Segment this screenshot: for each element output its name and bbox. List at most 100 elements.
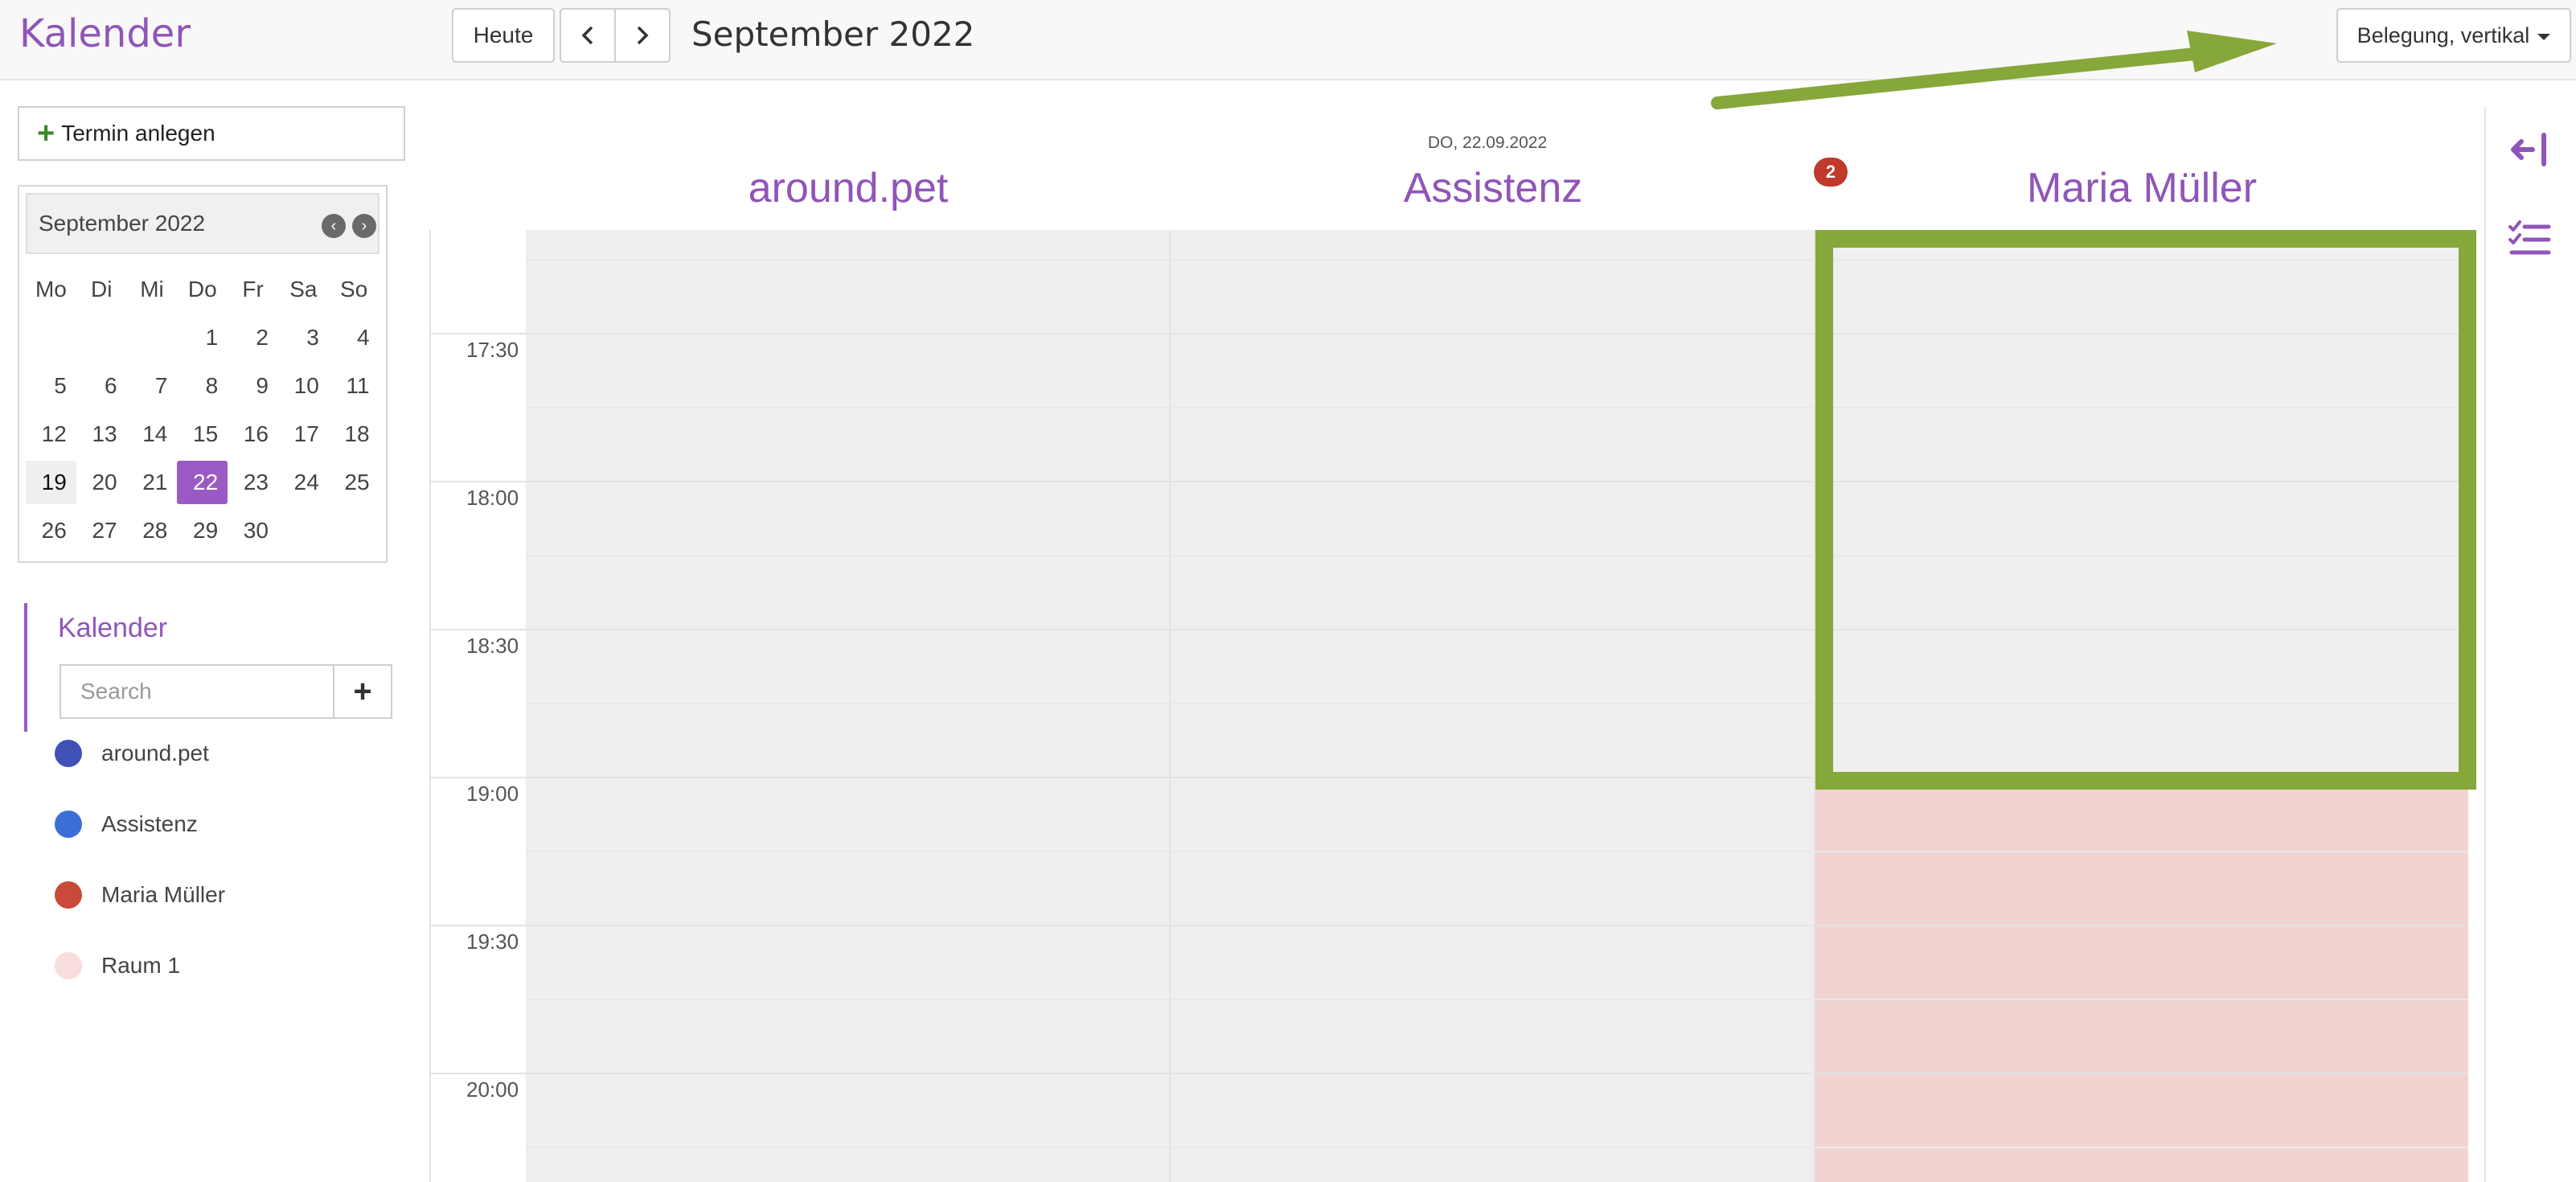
calendar-list-item[interactable]: Assistenz: [55, 811, 198, 838]
mini-calendar-day[interactable]: 3: [278, 316, 329, 359]
view-selector-label: Belegung, vertikal: [2357, 23, 2530, 47]
resource-column-assistenz[interactable]: [1171, 230, 1815, 1182]
mini-next-month-icon[interactable]: ›: [352, 214, 376, 238]
weekday-label: Mi: [140, 277, 164, 302]
app-title: Kalender: [19, 11, 191, 56]
mini-calendar-day[interactable]: 27: [76, 509, 127, 552]
time-label: 19:30: [466, 930, 519, 954]
mini-calendar-day[interactable]: 22: [177, 461, 228, 504]
time-label: 17:30: [466, 338, 519, 362]
calendars-title: Kalender: [58, 613, 168, 643]
view-selector-dropdown[interactable]: Belegung, vertikal: [2336, 8, 2571, 63]
mini-calendar-day[interactable]: 9: [228, 364, 278, 408]
mini-calendar-day[interactable]: 17: [278, 412, 329, 456]
mini-calendar-day[interactable]: 19: [26, 461, 76, 504]
calendar-list-item[interactable]: around.pet: [55, 740, 209, 767]
collapse-left-icon[interactable]: [2507, 127, 2552, 172]
calendar-list-item[interactable]: Raum 1: [55, 952, 180, 979]
mini-calendar-day[interactable]: 23: [228, 461, 278, 504]
right-panel-divider: [2484, 106, 2486, 1182]
time-label: 18:30: [466, 634, 519, 658]
mini-calendar-title: September 2022: [39, 211, 206, 236]
mini-calendar-day[interactable]: 7: [127, 364, 178, 408]
previous-button[interactable]: [560, 8, 616, 63]
mini-calendar-day[interactable]: 18: [329, 412, 379, 456]
mini-calendar-day[interactable]: 16: [228, 412, 278, 456]
plus-icon: +: [37, 117, 55, 150]
mini-calendar-week: 1234: [26, 314, 379, 362]
annotation-arrow: [1711, 31, 2277, 109]
weekday-label: Fr: [242, 277, 264, 302]
checklist-icon[interactable]: [2507, 217, 2552, 262]
blocked-time-slot[interactable]: [1815, 788, 2468, 1182]
mini-calendar-day[interactable]: 5: [26, 364, 76, 408]
mini-calendar-day[interactable]: 13: [76, 412, 127, 456]
resource-header-assistenz: Assistenz: [1403, 165, 1583, 211]
mini-calendar-week: 5 6 7 8 9 10 11: [26, 362, 379, 410]
month-title: September 2022: [691, 14, 975, 54]
mini-calendar-day[interactable]: 2: [228, 316, 278, 359]
mini-calendar: September 2022 ‹ › Mo Di Mi Do Fr Sa So 1 2 3 4 5 6 7…: [18, 185, 388, 563]
calendar-color-dot: [55, 811, 82, 838]
new-appointment-button[interactable]: + Termin anlegen: [18, 106, 405, 161]
calendar-search-input[interactable]: [59, 664, 334, 719]
mini-calendar-day[interactable]: 25: [329, 461, 379, 504]
mini-calendar-day[interactable]: 24: [278, 461, 329, 504]
mini-calendar-day[interactable]: 4: [329, 316, 379, 359]
mini-calendar-week: 26 27 28 29 30: [26, 507, 379, 555]
mini-calendar-day[interactable]: 14: [127, 412, 178, 456]
caret-down-icon: [2537, 34, 2551, 40]
mini-calendar-day[interactable]: 8: [177, 364, 228, 408]
calendar-color-dot: [55, 740, 82, 767]
time-label: 19:00: [466, 782, 519, 806]
mini-calendar-day[interactable]: 10: [278, 364, 329, 408]
time-label: 20:00: [466, 1077, 519, 1102]
mini-calendar-day[interactable]: 1: [177, 316, 228, 359]
today-button[interactable]: Heute: [452, 8, 555, 63]
resource-header-around-pet: around.pet: [748, 165, 949, 211]
mini-calendar-day[interactable]: 11: [329, 364, 379, 408]
calendar-list-item[interactable]: Maria Müller: [55, 881, 225, 909]
add-calendar-button[interactable]: +: [333, 664, 392, 719]
mini-calendar-weekdays: Mo Di Mi Do Fr Sa So: [26, 265, 379, 314]
mini-calendar-day[interactable]: 12: [26, 412, 76, 456]
mini-calendar-day[interactable]: 15: [177, 412, 228, 456]
mini-calendar-day[interactable]: 20: [76, 461, 127, 504]
resource-column-around-pet[interactable]: [526, 230, 1171, 1182]
weekday-label: Sa: [289, 277, 318, 302]
calendar-list-label: around.pet: [101, 741, 209, 765]
resource-header-maria-mueller: Maria Müller: [2026, 165, 2258, 211]
grid-line-major: [429, 925, 2468, 926]
mini-calendar-day[interactable]: 26: [26, 509, 76, 552]
mini-prev-month-icon[interactable]: ‹: [322, 214, 346, 238]
calendars-section: Kalender +: [24, 603, 406, 732]
mini-calendar-empty-cell: [76, 316, 127, 359]
mini-calendar-week: 19 20 21 22 23 24 25: [26, 458, 379, 507]
mini-calendar-week: 12 13 14 15 16 17 18: [26, 410, 379, 458]
mini-calendar-day[interactable]: 29: [177, 509, 228, 552]
mini-calendar-empty-cell: [127, 316, 178, 359]
notification-badge: 2: [1814, 158, 1848, 187]
annotation-highlight-box: [1815, 230, 2476, 790]
grid-line-major: [429, 1073, 2468, 1074]
grid-line-minor: [526, 1147, 2468, 1148]
chevron-right-icon: [637, 26, 649, 45]
mini-calendar-header: September 2022 ‹ ›: [26, 193, 379, 254]
calendar-list-label: Raum 1: [101, 953, 181, 978]
calendar-list-label: Assistenz: [101, 811, 198, 836]
time-label: 18:00: [466, 486, 519, 510]
next-button[interactable]: [614, 8, 671, 63]
mini-calendar-grid: Mo Di Mi Do Fr Sa So 1 2 3 4 5 6 7 8 9 10 11 12 13 14 15 16 17 1…: [26, 265, 379, 555]
time-gutter: [429, 230, 526, 1182]
mini-calendar-day[interactable]: 21: [127, 461, 178, 504]
mini-calendar-day[interactable]: 28: [127, 509, 178, 552]
mini-calendar-empty-cell: [278, 509, 329, 552]
grid-line-minor: [526, 999, 2468, 1000]
weekday-label: So: [340, 277, 368, 302]
new-appointment-label: Termin anlegen: [61, 121, 215, 146]
mini-calendar-day[interactable]: 30: [228, 509, 278, 552]
calendar-list-label: Maria Müller: [101, 882, 226, 907]
weekday-label: Do: [187, 277, 217, 302]
calendar-color-dot: [55, 952, 82, 979]
mini-calendar-day[interactable]: 6: [76, 364, 127, 408]
